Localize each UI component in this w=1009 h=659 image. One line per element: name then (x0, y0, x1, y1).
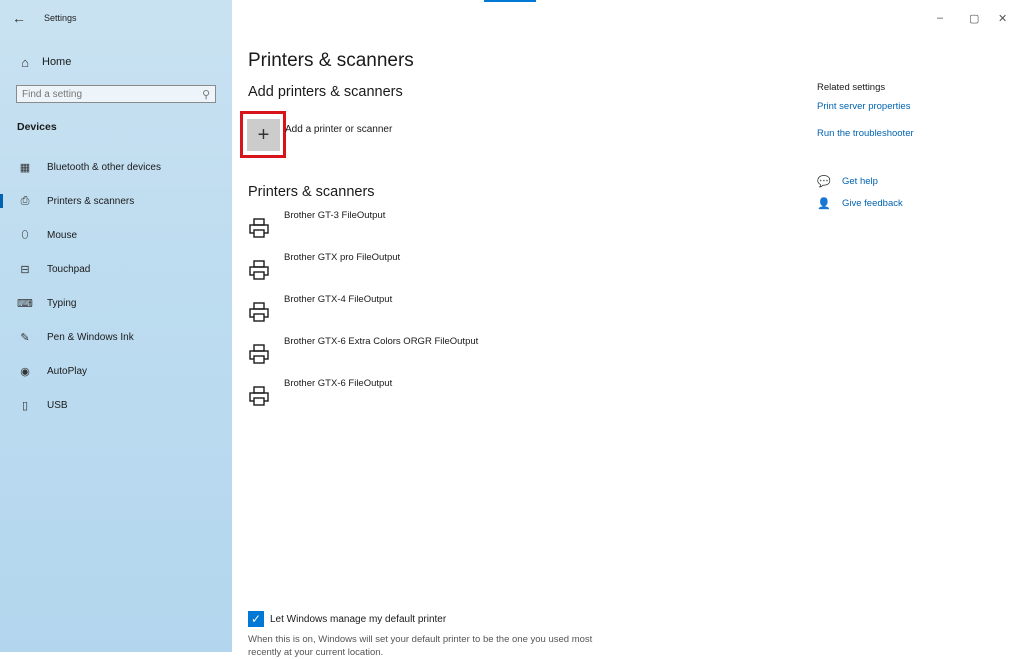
home-icon: ⌂ (21, 54, 29, 70)
back-arrow-icon[interactable]: ← (12, 11, 26, 25)
printer-item[interactable]: Brother GTX-4 FileOutput (248, 294, 578, 330)
page-title: Printers & scanners (248, 50, 414, 71)
default-printer-checkbox[interactable]: ✓ (248, 611, 264, 627)
default-printer-toggle[interactable]: ✓ Let Windows manage my default printer (248, 611, 446, 627)
sidebar-item-label: Printers & scanners (47, 195, 135, 207)
printer-item[interactable]: Brother GTX-6 FileOutput (248, 378, 578, 414)
give-feedback-link[interactable]: 👤 Give feedback (817, 196, 903, 210)
sidebar-item-label: USB (47, 399, 68, 411)
printer-item[interactable]: Brother GTX-6 Extra Colors ORGR FileOutp… (248, 336, 578, 372)
close-button[interactable]: ✕ (998, 12, 1007, 25)
maximize-button[interactable]: ▢ (969, 12, 979, 25)
printers-list-heading: Printers & scanners (248, 184, 375, 200)
sidebar: ← Settings ⌂ Home ⚲ Devices ▦ Bluetooth … (0, 0, 232, 652)
keyboard-icon: ⌨ (17, 297, 33, 310)
touchpad-icon: ⊟ (20, 263, 30, 276)
run-troubleshooter-link[interactable]: Run the troubleshooter (817, 128, 914, 139)
printer-icon (249, 386, 269, 406)
bluetooth-devices-icon: ▦ (19, 161, 31, 174)
get-help-label: Get help (842, 175, 878, 187)
section-label: Devices (17, 121, 57, 133)
feedback-icon: 👤 (817, 197, 831, 210)
search-icon[interactable]: ⚲ (202, 88, 210, 101)
main-content: – ▢ ✕ Printers & scanners Add printers &… (232, 0, 1009, 658)
add-printer-label[interactable]: Add a printer or scanner (285, 124, 392, 135)
print-server-properties-link[interactable]: Print server properties (817, 101, 910, 112)
printer-name: Brother GTX-6 FileOutput (284, 378, 393, 389)
sidebar-item-printers[interactable]: ⎙ Printers & scanners (0, 186, 232, 216)
autoplay-icon: ◉ (20, 365, 30, 378)
search-box[interactable]: ⚲ (16, 85, 216, 103)
get-help-link[interactable]: 💬 Get help (817, 174, 878, 188)
sidebar-item-touchpad[interactable]: ⊟ Touchpad (0, 254, 232, 284)
sidebar-item-label: Pen & Windows Ink (47, 331, 134, 343)
printer-icon (249, 344, 269, 364)
printer-name: Brother GT-3 FileOutput (284, 210, 386, 221)
sidebar-item-autoplay[interactable]: ◉ AutoPlay (0, 356, 232, 386)
mouse-icon: ⬯ (21, 228, 29, 241)
sidebar-item-label: Bluetooth & other devices (47, 161, 161, 173)
nav-home-label: Home (42, 56, 72, 68)
add-section-heading: Add printers & scanners (248, 84, 403, 100)
printer-name: Brother GTX-6 Extra Colors ORGR FileOutp… (284, 336, 479, 347)
sidebar-item-bluetooth[interactable]: ▦ Bluetooth & other devices (0, 152, 232, 182)
related-settings-heading: Related settings (817, 82, 886, 93)
add-printer-button[interactable]: + (247, 119, 280, 151)
sidebar-item-typing[interactable]: ⌨ Typing (0, 288, 232, 318)
app-title: Settings (44, 13, 77, 23)
sidebar-item-label: Touchpad (47, 263, 91, 275)
printer-icon (249, 218, 269, 238)
usb-icon: ▯ (21, 399, 29, 412)
search-input[interactable] (17, 87, 197, 101)
minimize-button[interactable]: – (937, 12, 943, 24)
accent-strip (484, 0, 536, 2)
printer-name: Brother GTX pro FileOutput (284, 252, 401, 263)
sidebar-item-mouse[interactable]: ⬯ Mouse (0, 220, 232, 250)
printer-icon: ⎙ (20, 194, 30, 207)
plus-icon: + (257, 123, 270, 146)
sidebar-item-label: Typing (47, 297, 77, 309)
get-help-icon: 💬 (817, 175, 831, 188)
sidebar-item-label: AutoPlay (47, 365, 88, 377)
default-printer-description: When this is on, Windows will set your d… (248, 634, 593, 658)
printer-icon (249, 260, 269, 280)
sidebar-item-label: Mouse (47, 229, 78, 241)
printer-icon (249, 302, 269, 322)
printer-item[interactable]: Brother GT-3 FileOutput (248, 210, 578, 246)
default-printer-label: Let Windows manage my default printer (270, 613, 447, 625)
nav-home[interactable]: ⌂ Home (18, 53, 71, 71)
give-feedback-label: Give feedback (842, 197, 903, 209)
printer-item[interactable]: Brother GTX pro FileOutput (248, 252, 578, 288)
pen-icon: ✎ (20, 331, 30, 344)
sidebar-item-pen[interactable]: ✎ Pen & Windows Ink (0, 322, 232, 352)
printer-name: Brother GTX-4 FileOutput (284, 294, 393, 305)
title-bar: ← Settings (0, 0, 232, 36)
sidebar-item-usb[interactable]: ▯ USB (0, 390, 232, 420)
